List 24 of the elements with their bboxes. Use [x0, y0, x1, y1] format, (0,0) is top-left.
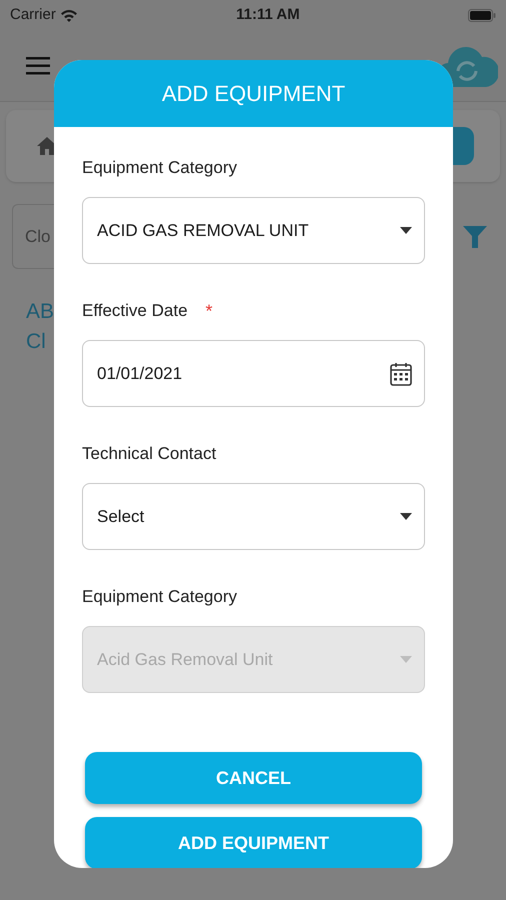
- wifi-icon: [60, 8, 78, 22]
- dropdown-field[interactable]: ACID GAS REMOVAL UNIT: [82, 197, 425, 264]
- field-label: Equipment Category: [82, 586, 237, 608]
- field-value: Select: [97, 506, 144, 528]
- search-field[interactable]: Clo: [12, 204, 54, 269]
- carrier-label: Carrier: [10, 4, 56, 25]
- caret-icon: [400, 227, 412, 234]
- caret-icon: [400, 656, 412, 663]
- field-value: ACID GAS REMOVAL UNIT: [97, 220, 309, 242]
- dialog-title: ADD EQUIPMENT: [54, 60, 453, 127]
- dropdown-field[interactable]: Select: [82, 483, 425, 550]
- item-title: AB Cl: [26, 299, 54, 355]
- field-label: Technical Contact: [82, 443, 216, 466]
- field-value: Acid Gas Removal Unit: [97, 648, 273, 671]
- field-label: Equipment Category: [82, 157, 237, 180]
- menu-icon[interactable]: [26, 56, 50, 74]
- calendar-icon[interactable]: [390, 362, 412, 386]
- battery-icon: [468, 8, 496, 22]
- field-value: 01/01/2021: [97, 362, 182, 385]
- caret-icon: [400, 513, 412, 520]
- clock-time: 11:11 AM: [236, 4, 301, 25]
- field-label: Effective Date: [82, 300, 188, 322]
- required-mark: *: [206, 300, 213, 322]
- date-field[interactable]: 01/01/2021: [82, 340, 425, 407]
